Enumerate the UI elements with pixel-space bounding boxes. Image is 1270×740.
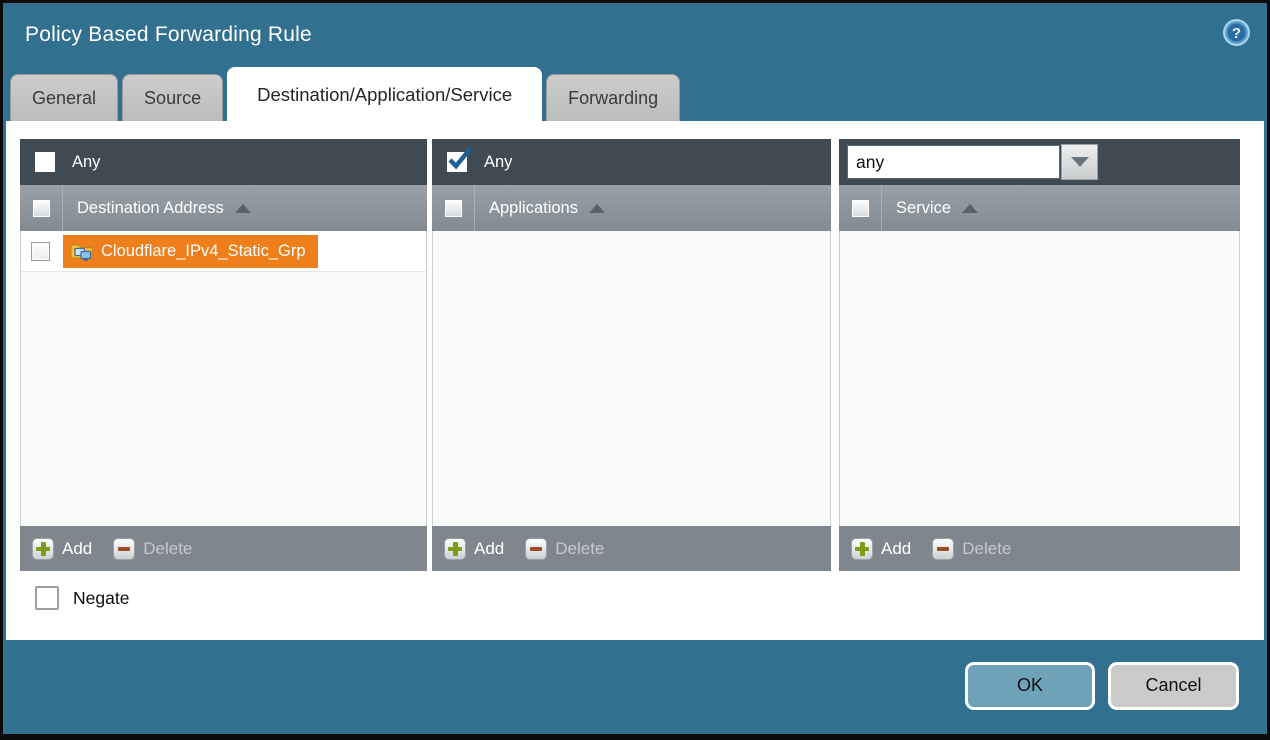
plus-icon: [32, 538, 54, 560]
destination-any-label: Any: [72, 153, 100, 172]
tab-bar: General Source Destination/Application/S…: [3, 67, 1267, 121]
destination-any-bar: Any: [20, 139, 427, 185]
svg-text:?: ?: [1232, 25, 1241, 42]
sort-ascending-icon: [962, 204, 978, 213]
applications-column-header[interactable]: Applications: [489, 199, 605, 218]
sort-ascending-icon: [235, 204, 251, 213]
applications-select-all-checkbox[interactable]: [444, 199, 463, 218]
plus-icon: [444, 538, 466, 560]
destination-select-all-checkbox[interactable]: [32, 199, 51, 218]
destination-any-checkbox[interactable]: [33, 150, 57, 174]
add-button[interactable]: Add: [32, 538, 92, 560]
columns: Any Destination Address: [20, 139, 1244, 571]
minus-icon: [932, 538, 954, 560]
applications-any-bar: Any: [432, 139, 831, 185]
tab-forwarding[interactable]: Forwarding: [546, 74, 680, 121]
applications-header-row: Applications: [432, 185, 831, 231]
tab-source[interactable]: Source: [122, 74, 223, 121]
destination-header-row: Destination Address: [20, 185, 427, 231]
add-button[interactable]: Add: [444, 538, 504, 560]
cancel-button[interactable]: Cancel: [1108, 662, 1239, 710]
row-label: Cloudflare_IPv4_Static_Grp: [101, 242, 306, 261]
tab-general[interactable]: General: [10, 74, 118, 121]
tab-content: Any Destination Address: [6, 121, 1264, 640]
service-panel: any Service: [839, 139, 1240, 571]
service-toolbar: Add Delete: [839, 526, 1240, 571]
service-dropdown[interactable]: any: [847, 144, 1098, 180]
service-column-header[interactable]: Service: [896, 199, 978, 218]
minus-icon: [113, 538, 135, 560]
applications-any-label: Any: [484, 153, 512, 172]
applications-toolbar: Add Delete: [432, 526, 831, 571]
service-any-bar: any: [839, 139, 1240, 185]
applications-panel: Any Applications Add: [432, 139, 831, 571]
table-row[interactable]: Cloudflare_IPv4_Static_Grp: [21, 231, 426, 272]
selected-address-object[interactable]: Cloudflare_IPv4_Static_Grp: [63, 235, 318, 268]
titlebar: Policy Based Forwarding Rule ?: [3, 3, 1267, 67]
minus-icon: [525, 538, 547, 560]
applications-list: [432, 231, 831, 526]
service-list: [839, 231, 1240, 526]
service-header-row: Service: [839, 185, 1240, 231]
page-title: Policy Based Forwarding Rule: [25, 23, 312, 47]
negate-label: Negate: [73, 588, 129, 609]
destination-column-header[interactable]: Destination Address: [77, 199, 251, 218]
delete-button[interactable]: Delete: [525, 538, 604, 560]
policy-based-forwarding-dialog: Policy Based Forwarding Rule ? General S…: [0, 0, 1270, 740]
destination-list: Cloudflare_IPv4_Static_Grp: [20, 231, 427, 526]
check-icon: [446, 146, 473, 173]
dropdown-button[interactable]: [1061, 144, 1098, 180]
service-select-all-checkbox[interactable]: [851, 199, 870, 218]
ok-button[interactable]: OK: [965, 662, 1095, 710]
tab-destination-application-service[interactable]: Destination/Application/Service: [227, 67, 542, 121]
address-group-icon: [70, 242, 93, 261]
negate-checkbox[interactable]: [35, 586, 59, 610]
delete-button[interactable]: Delete: [113, 538, 192, 560]
plus-icon: [851, 538, 873, 560]
add-button[interactable]: Add: [851, 538, 911, 560]
delete-button[interactable]: Delete: [932, 538, 1011, 560]
help-icon[interactable]: ?: [1222, 18, 1251, 47]
service-dropdown-value[interactable]: any: [847, 145, 1060, 179]
destination-toolbar: Add Delete: [20, 526, 427, 571]
applications-any-checkbox[interactable]: [445, 150, 469, 174]
negate-row: Negate: [20, 586, 1244, 610]
row-checkbox[interactable]: [31, 242, 50, 261]
sort-ascending-icon: [589, 204, 605, 213]
dialog-footer: OK Cancel: [6, 637, 1264, 734]
destination-panel: Any Destination Address: [20, 139, 427, 571]
chevron-down-icon: [1071, 157, 1089, 167]
